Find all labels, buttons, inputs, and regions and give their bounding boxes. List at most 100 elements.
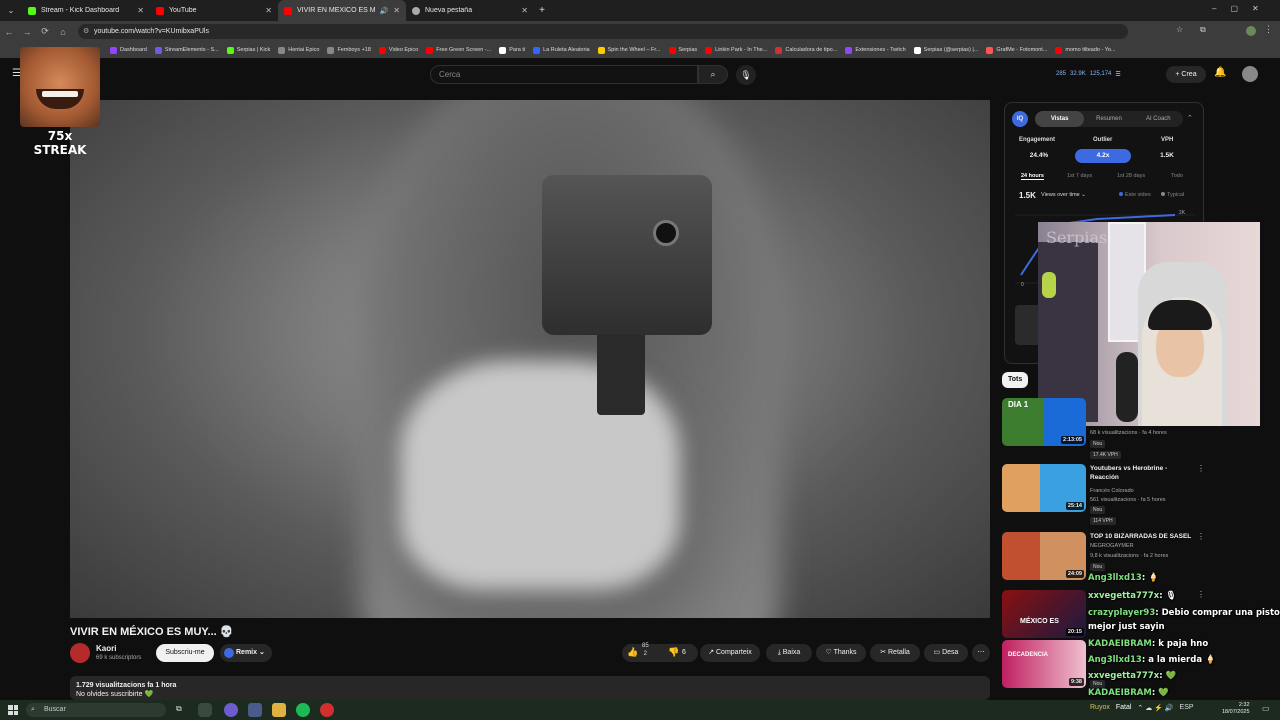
new-tab-plus-icon[interactable]: + bbox=[534, 5, 550, 16]
download-button[interactable]: ⤓ Baixa bbox=[766, 644, 812, 662]
range-all[interactable]: Todo bbox=[1171, 173, 1183, 179]
home-icon[interactable]: ⌂ bbox=[54, 27, 72, 37]
create-button[interactable]: + Crea bbox=[1166, 66, 1206, 83]
like-count[interactable]: 85 2 bbox=[642, 642, 649, 658]
video-thumbnail[interactable]: DIA 1 2:13:05 bbox=[1002, 398, 1086, 446]
search-input[interactable]: Cerca bbox=[430, 65, 698, 84]
close-tab-icon[interactable]: ✕ bbox=[137, 6, 144, 15]
bookmark-item[interactable]: Hentai Epico bbox=[278, 46, 319, 54]
tab-new-tab[interactable]: Nueva pestaña ✕ bbox=[406, 0, 534, 21]
bookmark-item[interactable]: Spin the Wheel – Fr... bbox=[597, 46, 661, 54]
reload-icon[interactable]: ⟳ bbox=[36, 26, 54, 37]
bookmark-item[interactable]: Para ti bbox=[499, 46, 525, 54]
extension-stats[interactable]: 285 32.9K 125,174 ☰ bbox=[1056, 64, 1166, 84]
channel-name[interactable]: Francés Colorado bbox=[1090, 488, 1134, 494]
video-thumbnail[interactable]: MÉXICO ES 20:15 bbox=[1002, 590, 1086, 638]
tab-youtube[interactable]: YouTube ✕ bbox=[150, 0, 278, 21]
video-title[interactable]: TOP 10 BIZARRADAS DE SASEL bbox=[1090, 532, 1196, 541]
tray-icons[interactable]: ⌃ ☁ ⚡ 🔊 bbox=[1137, 704, 1173, 712]
video-thumbnail[interactable]: 25:14 bbox=[1002, 464, 1086, 512]
audio-playing-icon[interactable]: 🔊 bbox=[380, 7, 389, 15]
taskbar-search[interactable]: ⌕ Buscar bbox=[26, 703, 166, 717]
tab-vistas[interactable]: Vistas bbox=[1035, 111, 1085, 127]
system-clock[interactable]: 2:32 18/07/2025 bbox=[1222, 702, 1250, 716]
notification-center-icon[interactable]: ▭ bbox=[1262, 704, 1270, 713]
account-avatar[interactable] bbox=[1242, 66, 1258, 82]
recommendation-item[interactable]: DIA 1 2:13:05 68 k visualitzacions · fa … bbox=[1002, 398, 1272, 459]
bookmark-item[interactable]: La Ruleta Aleatoria bbox=[533, 46, 590, 54]
close-tab-icon[interactable]: ✕ bbox=[521, 6, 528, 15]
url-field[interactable]: ⚙ youtube.com/watch?v=KUmibxaPUls bbox=[78, 24, 1128, 39]
save-button[interactable]: ▭ Desa bbox=[924, 644, 968, 662]
video-player[interactable] bbox=[70, 100, 990, 618]
bookmark-item[interactable]: Linkin Park - In The... bbox=[705, 46, 767, 54]
close-tab-icon[interactable]: ✕ bbox=[265, 6, 272, 15]
range-24h[interactable]: 24 hours bbox=[1021, 173, 1044, 180]
browser-menu-icon[interactable]: ⋮ bbox=[1264, 24, 1273, 35]
close-tab-icon[interactable]: ✕ bbox=[393, 6, 400, 15]
bookmark-item[interactable]: Free Green Screen -... bbox=[426, 46, 491, 54]
search-button[interactable]: ⌕ bbox=[698, 65, 728, 84]
back-arrow-icon[interactable]: ← bbox=[0, 27, 18, 37]
range-7d[interactable]: 1st 7 days bbox=[1067, 173, 1092, 179]
description-box[interactable]: 1.729 visualitzacions fa 1 hora No olvid… bbox=[70, 676, 990, 700]
range-28d[interactable]: 1st 28 days bbox=[1117, 173, 1145, 179]
clip-button[interactable]: ✂ Retalla bbox=[870, 644, 920, 662]
bookmark-item[interactable]: Extensiones - Twitch bbox=[845, 46, 906, 54]
language-indicator[interactable]: ESP bbox=[1180, 704, 1194, 712]
video-menu-icon[interactable]: ⋮ bbox=[1197, 532, 1205, 541]
share-button[interactable]: ↗ Comparteix bbox=[700, 644, 760, 662]
chrome-taskbar-icon[interactable] bbox=[198, 703, 212, 717]
bookmark-item[interactable]: momo tilteado - Yo... bbox=[1055, 46, 1116, 54]
thanks-button[interactable]: ♡ Thanks bbox=[816, 644, 866, 662]
new-badge: Nou bbox=[1090, 440, 1106, 448]
windows-start-icon[interactable] bbox=[8, 705, 18, 715]
channel-name[interactable]: Kaori bbox=[96, 644, 116, 653]
channel-name[interactable]: NEGROGAYMER bbox=[1090, 543, 1134, 549]
chat-username: xxvegetta777x bbox=[1088, 671, 1160, 681]
notifications-bell-icon[interactable]: 🔔 bbox=[1214, 67, 1226, 78]
app-taskbar-icon[interactable] bbox=[248, 703, 262, 717]
like-thumb-icon[interactable]: 👍 bbox=[627, 647, 638, 658]
tab-ai-coach[interactable]: AI Coach bbox=[1134, 111, 1183, 127]
bookmark-item[interactable]: Serpias bbox=[668, 46, 697, 54]
tab-resumen[interactable]: Resumen bbox=[1084, 111, 1133, 127]
obs-taskbar-icon[interactable] bbox=[224, 703, 238, 717]
video-title[interactable]: Youtubers vs Herobrine - Reacción bbox=[1090, 464, 1196, 482]
bookmark-item[interactable]: Dashboard bbox=[110, 46, 147, 54]
bookmark-star-icon[interactable]: ☆ bbox=[1176, 25, 1183, 34]
recording-taskbar-icon[interactable] bbox=[320, 703, 334, 717]
filter-chip-all[interactable]: Tots bbox=[1002, 372, 1029, 388]
forward-arrow-icon[interactable]: → bbox=[18, 27, 36, 37]
views-over-time-dropdown[interactable]: Views over time ⌄ bbox=[1041, 192, 1086, 198]
bookmark-item[interactable]: Serpias | Kick bbox=[226, 46, 270, 54]
site-info-icon[interactable]: ⚙ bbox=[83, 24, 89, 39]
file-explorer-icon[interactable] bbox=[272, 703, 286, 717]
bookmark-item[interactable]: Calculadora de tipo... bbox=[775, 46, 837, 54]
more-actions-icon[interactable]: ⋯ bbox=[972, 644, 990, 662]
voice-search-button[interactable]: 🎙 bbox=[736, 65, 756, 85]
task-view-icon[interactable]: ⧉ bbox=[176, 704, 182, 714]
bookmark-item[interactable]: GrafMe - Fotomont... bbox=[986, 46, 1047, 54]
tab-current-video[interactable]: VIVIR EN MÉXICO ES MUY... 🔊 ✕ bbox=[278, 0, 406, 21]
collapse-chevron-icon[interactable]: ⌃ bbox=[1187, 114, 1193, 122]
remix-button[interactable]: Remix ⌄ bbox=[220, 644, 272, 662]
bookmark-item[interactable]: Femboys +18 bbox=[327, 46, 371, 54]
channel-avatar[interactable] bbox=[70, 643, 90, 663]
video-thumbnail[interactable]: 24:09 bbox=[1002, 532, 1086, 580]
profile-avatar-icon[interactable] bbox=[1246, 26, 1256, 36]
video-menu-icon[interactable]: ⋮ bbox=[1197, 464, 1205, 473]
dislike-thumb-icon[interactable]: 👎 bbox=[668, 647, 679, 658]
extensions-icon[interactable]: ⧉ bbox=[1200, 25, 1206, 35]
tab-search-icon[interactable]: ⌄ bbox=[0, 6, 22, 15]
bookmark-item[interactable]: Serpias (@serpias) |... bbox=[913, 46, 978, 54]
bookmark-item[interactable]: StreamElements - S... bbox=[154, 46, 219, 54]
window-controls[interactable]: –▢✕ bbox=[1212, 4, 1273, 13]
webcam-overlay: Serpias bbox=[1038, 222, 1260, 426]
bookmark-item[interactable]: Video Epico bbox=[378, 46, 418, 54]
video-thumbnail[interactable]: DECADENCIA 9:38 bbox=[1002, 640, 1086, 688]
recommendation-item[interactable]: 25:14 Youtubers vs Herobrine - Reacción … bbox=[1002, 464, 1272, 525]
subscribe-button[interactable]: Subscriu-me bbox=[156, 644, 214, 662]
spotify-taskbar-icon[interactable] bbox=[296, 703, 310, 717]
tab-kick-dashboard[interactable]: Stream - Kick Dashboard ✕ bbox=[22, 0, 150, 21]
